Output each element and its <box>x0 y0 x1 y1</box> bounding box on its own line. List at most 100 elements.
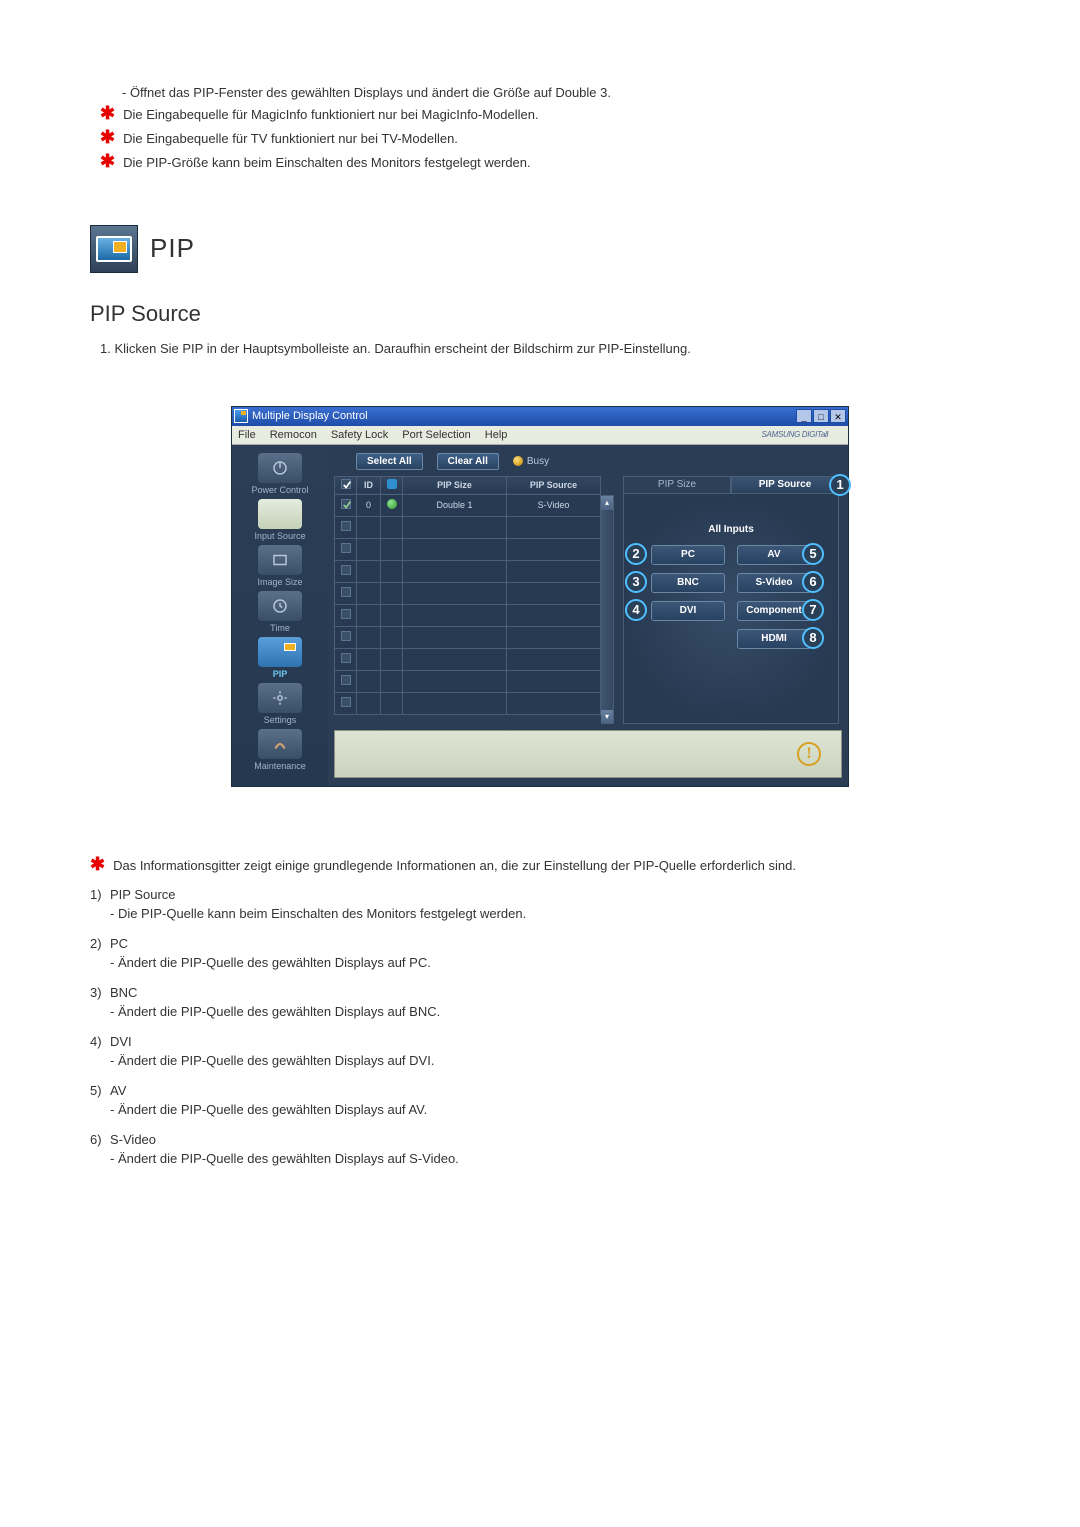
sub-heading: PIP Source <box>90 301 990 327</box>
list-item: 2)PC- Ändert die PIP-Quelle des gewählte… <box>90 934 990 973</box>
row-checkbox[interactable] <box>341 565 351 575</box>
busy-indicator: Busy <box>513 456 549 467</box>
tab-pip-size[interactable]: PIP Size <box>623 476 731 494</box>
time-icon <box>258 591 302 621</box>
maximize-button[interactable]: □ <box>813 409 829 423</box>
window-title: Multiple Display Control <box>252 410 796 422</box>
menu-help[interactable]: Help <box>485 429 508 441</box>
sidebar-item-label: Maintenance <box>236 761 324 771</box>
col-pip-size: PIP Size <box>403 476 507 494</box>
callout-2: 2 <box>625 543 647 565</box>
app-window: Multiple Display Control _ □ ✕ File Remo… <box>231 406 849 787</box>
list-item: 4)DVI- Ändert die PIP-Quelle des gewählt… <box>90 1032 990 1071</box>
brand-logo: SAMSUNG DIGITall <box>762 430 828 439</box>
star-note: ✱Die Eingabequelle für MagicInfo funktio… <box>100 106 990 124</box>
section-pip-icon <box>90 225 138 273</box>
menu-remocon[interactable]: Remocon <box>270 429 317 441</box>
sidebar-item-maintenance[interactable]: Maintenance <box>236 729 324 771</box>
sidebar-item-label: Power Control <box>236 485 324 495</box>
callout-5: 5 <box>802 543 824 565</box>
row-checkbox[interactable] <box>341 631 351 641</box>
row-checkbox[interactable] <box>341 697 351 707</box>
source-hdmi-button[interactable]: HDMI8 <box>737 629 811 649</box>
sidebar-item-image-size[interactable]: Image Size <box>236 545 324 587</box>
source-av-button[interactable]: AV5 <box>737 545 811 565</box>
scrollbar[interactable]: ▴ ▾ <box>601 495 614 724</box>
busy-dot-icon <box>513 456 523 466</box>
callout-6: 6 <box>802 571 824 593</box>
menu-bar: File Remocon Safety Lock Port Selection … <box>232 426 848 445</box>
source-bnc-button[interactable]: 3BNC <box>651 573 725 593</box>
close-button[interactable]: ✕ <box>830 409 846 423</box>
list-item: 1)PIP Source- Die PIP-Quelle kann beim E… <box>90 885 990 924</box>
row-checkbox[interactable] <box>341 653 351 663</box>
all-inputs-label: All Inputs <box>624 524 838 535</box>
image-size-icon <box>258 545 302 575</box>
sidebar-item-settings[interactable]: Settings <box>236 683 324 725</box>
status-dot-icon <box>387 499 397 509</box>
menu-port-selection[interactable]: Port Selection <box>402 429 470 441</box>
scroll-down-icon[interactable]: ▾ <box>601 710 613 724</box>
row-checkbox[interactable] <box>341 587 351 597</box>
table-row <box>335 692 601 714</box>
table-row <box>335 538 601 560</box>
row-checkbox[interactable] <box>341 499 351 509</box>
sidebar-item-power-control[interactable]: Power Control <box>236 453 324 495</box>
sidebar-item-label: Time <box>236 623 324 633</box>
input-source-icon <box>258 499 302 529</box>
section-title: PIP <box>150 233 195 264</box>
menu-file[interactable]: File <box>238 429 256 441</box>
callout-4: 4 <box>625 599 647 621</box>
row-checkbox[interactable] <box>341 521 351 531</box>
select-all-button[interactable]: Select All <box>356 453 423 470</box>
status-bar: ! <box>334 730 842 778</box>
source-dvi-button[interactable]: 4DVI <box>651 601 725 621</box>
sidebar-item-label: Input Source <box>236 531 324 541</box>
scroll-up-icon[interactable]: ▴ <box>601 496 613 510</box>
source-pc-button[interactable]: 2PC <box>651 545 725 565</box>
col-id: ID <box>357 476 381 494</box>
callout-7: 7 <box>802 599 824 621</box>
star-icon: ✱ <box>100 154 115 168</box>
pip-icon <box>258 637 302 667</box>
col-status <box>381 476 403 494</box>
star-icon: ✱ <box>100 130 115 144</box>
clear-all-button[interactable]: Clear All <box>437 453 499 470</box>
table-row <box>335 670 601 692</box>
col-check[interactable] <box>335 476 357 494</box>
cell-source: S-Video <box>507 494 601 516</box>
row-checkbox[interactable] <box>341 543 351 553</box>
star-note: ✱Die PIP-Größe kann beim Einschalten des… <box>100 154 990 172</box>
source-svideo-button[interactable]: S-Video6 <box>737 573 811 593</box>
row-checkbox[interactable] <box>341 675 351 685</box>
cell-id: 0 <box>357 494 381 516</box>
sidebar-item-label: PIP <box>236 669 324 679</box>
star-note: ✱Das Informationsgitter zeigt einige gru… <box>90 857 990 875</box>
source-component-button[interactable]: Component7 <box>737 601 811 621</box>
minimize-button[interactable]: _ <box>796 409 812 423</box>
star-note: ✱Die Eingabequelle für TV funktioniert n… <box>100 130 990 148</box>
tab-pip-source[interactable]: PIP Source 1 <box>731 476 839 494</box>
info-grid: ID PIP Size PIP Source 0 Double 1 S-Vid <box>334 476 601 724</box>
star-icon: ✱ <box>100 106 115 120</box>
sidebar-item-pip[interactable]: PIP <box>236 637 324 679</box>
table-row[interactable]: 0 Double 1 S-Video <box>335 494 601 516</box>
sidebar-item-time[interactable]: Time <box>236 591 324 633</box>
titlebar: Multiple Display Control _ □ ✕ <box>232 407 848 426</box>
col-pip-source: PIP Source <box>507 476 601 494</box>
row-checkbox[interactable] <box>341 609 351 619</box>
table-row <box>335 604 601 626</box>
table-row <box>335 648 601 670</box>
list-item: 3)BNC- Ändert die PIP-Quelle des gewählt… <box>90 983 990 1022</box>
sidebar-item-input-source[interactable]: Input Source <box>236 499 324 541</box>
maintenance-icon <box>258 729 302 759</box>
sidebar-item-label: Settings <box>236 715 324 725</box>
power-icon <box>258 453 302 483</box>
list-item: 5)AV- Ändert die PIP-Quelle des gewählte… <box>90 1081 990 1120</box>
intro-text: 1. Klicken Sie PIP in der Hauptsymbollei… <box>100 341 990 356</box>
table-row <box>335 560 601 582</box>
menu-safety-lock[interactable]: Safety Lock <box>331 429 388 441</box>
app-icon <box>234 409 248 423</box>
table-row <box>335 516 601 538</box>
info-icon[interactable]: ! <box>797 742 821 766</box>
